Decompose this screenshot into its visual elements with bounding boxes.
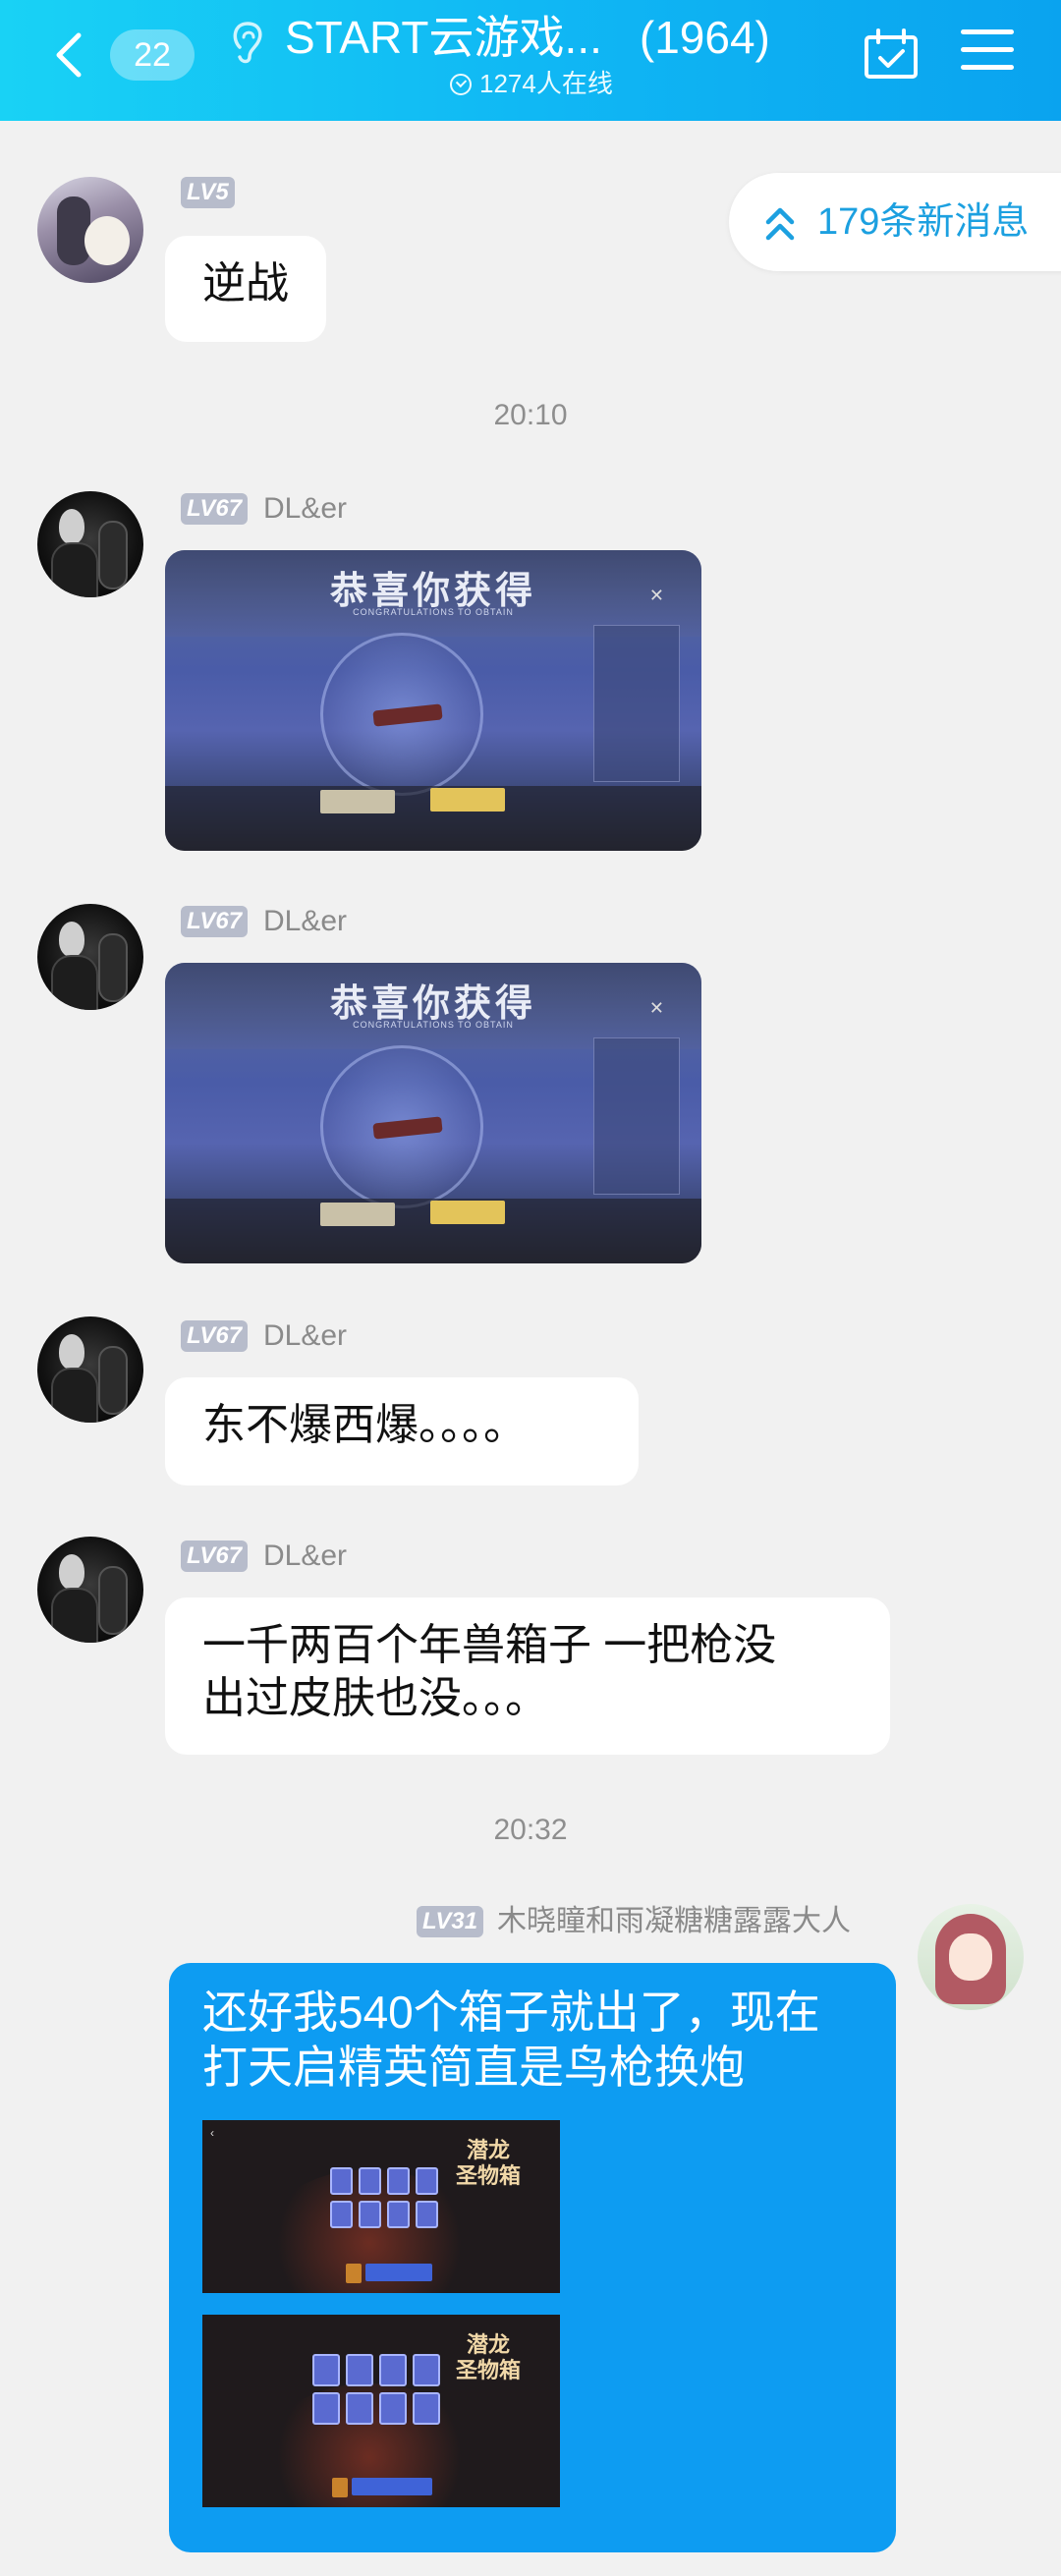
level-badge: LV67: [181, 1540, 249, 1572]
level-badge: LV67: [181, 493, 249, 525]
back-chevron-icon: [56, 32, 82, 78]
member-count: (1964): [639, 12, 770, 63]
message-bubble[interactable]: 一千两百个年兽箱子 一把枪没 出过皮肤也没。。。: [165, 1597, 890, 1755]
avatar[interactable]: [37, 1316, 143, 1423]
image-caption: 潜龙 圣物箱: [455, 2332, 521, 2382]
group-title[interactable]: START云游戏... (1964): [285, 8, 770, 67]
chat-header: 22 START云游戏... (1964) 1274人在线: [0, 0, 1061, 121]
sender-name[interactable]: DL&er: [263, 1539, 347, 1574]
avatar[interactable]: [37, 904, 143, 1010]
close-icon: ✕: [648, 586, 664, 605]
image-message[interactable]: 恭喜你获得 CONGRATULATIONS TO OBTAIN ✕: [165, 550, 701, 851]
check-circle-icon: [450, 74, 472, 95]
close-icon: ✕: [648, 998, 664, 1018]
message-text-line: 一千两百个年兽箱子 一把枪没: [202, 1621, 777, 1669]
image-caption: 恭喜你获得: [329, 983, 536, 1025]
avatar[interactable]: [918, 1904, 1024, 2010]
image-caption: 恭喜你获得: [329, 571, 536, 612]
sender-name[interactable]: DL&er: [263, 904, 347, 939]
back-arrow-icon: ‹: [210, 2126, 214, 2140]
unread-count-badge[interactable]: 22: [110, 29, 195, 81]
calendar-check-icon[interactable]: [863, 28, 920, 81]
level-badge: LV67: [181, 1320, 249, 1352]
back-button[interactable]: [51, 29, 90, 81]
message-bubble[interactable]: 逆战: [165, 236, 326, 342]
image-message[interactable]: 恭喜你获得 CONGRATULATIONS TO OBTAIN ✕: [165, 963, 701, 1263]
group-name: START云游戏...: [285, 12, 602, 63]
message-text-line: 还好我540个箱子就出了，现在: [202, 1987, 820, 2038]
image-subcaption: CONGRATULATIONS TO OBTAIN: [353, 1020, 514, 1030]
message-text-line: 打天启精英简直是鸟枪换炮: [202, 2042, 745, 2093]
message-bubble[interactable]: 东不爆西爆。。。。: [165, 1377, 639, 1485]
avatar[interactable]: [37, 1537, 143, 1643]
online-status: 1274人在线: [450, 67, 613, 100]
image-subcaption: CONGRATULATIONS TO OBTAIN: [353, 607, 514, 617]
double-chevron-up-icon: [765, 207, 795, 241]
timestamp: 20:10: [493, 399, 568, 431]
image-message[interactable]: 潜龙 圣物箱: [202, 2315, 560, 2507]
avatar[interactable]: [37, 491, 143, 597]
level-badge: LV31: [417, 1906, 484, 1937]
new-messages-label: 179条新消息: [817, 201, 1030, 243]
image-message[interactable]: ‹ 潜龙 圣物箱: [202, 2120, 560, 2293]
image-caption: 潜龙 圣物箱: [455, 2138, 521, 2188]
sender-name[interactable]: 木晓瞳和雨凝糖糖露露大人: [497, 1904, 851, 1939]
sender-name[interactable]: DL&er: [263, 1318, 347, 1354]
menu-icon[interactable]: [961, 29, 1014, 77]
message-text-line: 出过皮肤也没。。。: [202, 1674, 548, 1722]
ear-icon: [233, 22, 262, 64]
online-count: 1274人在线: [479, 69, 613, 98]
sender-name[interactable]: DL&er: [263, 491, 347, 527]
level-badge: LV5: [181, 177, 235, 208]
avatar[interactable]: [37, 177, 143, 283]
timestamp: 20:32: [493, 1814, 568, 1846]
new-messages-button[interactable]: 179条新消息: [729, 173, 1061, 271]
level-badge: LV67: [181, 906, 249, 937]
